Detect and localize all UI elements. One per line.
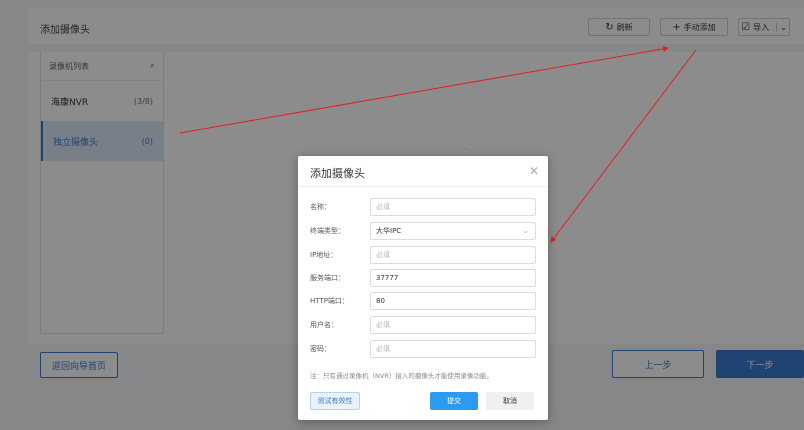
service-port-input[interactable]: 37777 [370, 269, 536, 287]
modal-divider [298, 186, 548, 187]
field-row-terminal-type: 终端类型： 大华IPC ⌄ [310, 222, 538, 240]
annotation-arrow-to-add [179, 45, 669, 134]
submit-button[interactable]: 提交 [430, 392, 478, 410]
add-camera-modal: 添加摄像头 ✕ 名称： 必填 终端类型： 大华IPC ⌄ IP地址： 必填 服务… [298, 156, 548, 420]
field-label: 密码： [310, 345, 331, 353]
terminal-type-select[interactable]: 大华IPC ⌄ [370, 222, 536, 240]
test-validity-button[interactable]: 测试有效性 [310, 392, 360, 410]
http-port-input[interactable]: 80 [370, 292, 536, 310]
field-label: HTTP端口： [310, 297, 349, 305]
terminal-type-value: 大华IPC [376, 227, 402, 235]
name-input[interactable]: 必填 [370, 198, 536, 216]
annotation-arrow-to-modal [550, 49, 697, 243]
close-icon[interactable]: ✕ [529, 164, 539, 178]
chevron-down-icon: ⌄ [522, 226, 529, 235]
cancel-button[interactable]: 取消 [486, 392, 534, 410]
ip-address-input[interactable]: 必填 [370, 246, 536, 264]
modal-note: 注：只有通过录像机（NVR）接入的摄像头才能使用录像功能。 [310, 372, 493, 380]
field-label: 终端类型： [310, 227, 345, 235]
field-row-http-port: HTTP端口： 80 [310, 292, 538, 310]
field-label: IP地址： [310, 251, 338, 259]
field-row-username: 用户名： 必填 [310, 316, 538, 334]
username-input[interactable]: 必填 [370, 316, 536, 334]
field-label: 名称： [310, 203, 331, 211]
field-row-ip: IP地址： 必填 [310, 246, 538, 264]
field-row-name: 名称： 必填 [310, 198, 538, 216]
field-row-password: 密码： 必填 [310, 340, 538, 358]
field-row-service-port: 服务端口： 37777 [310, 269, 538, 287]
password-input[interactable]: 必填 [370, 340, 536, 358]
modal-title: 添加摄像头 [310, 167, 365, 180]
field-label: 服务端口： [310, 274, 345, 282]
field-label: 用户名： [310, 321, 338, 329]
